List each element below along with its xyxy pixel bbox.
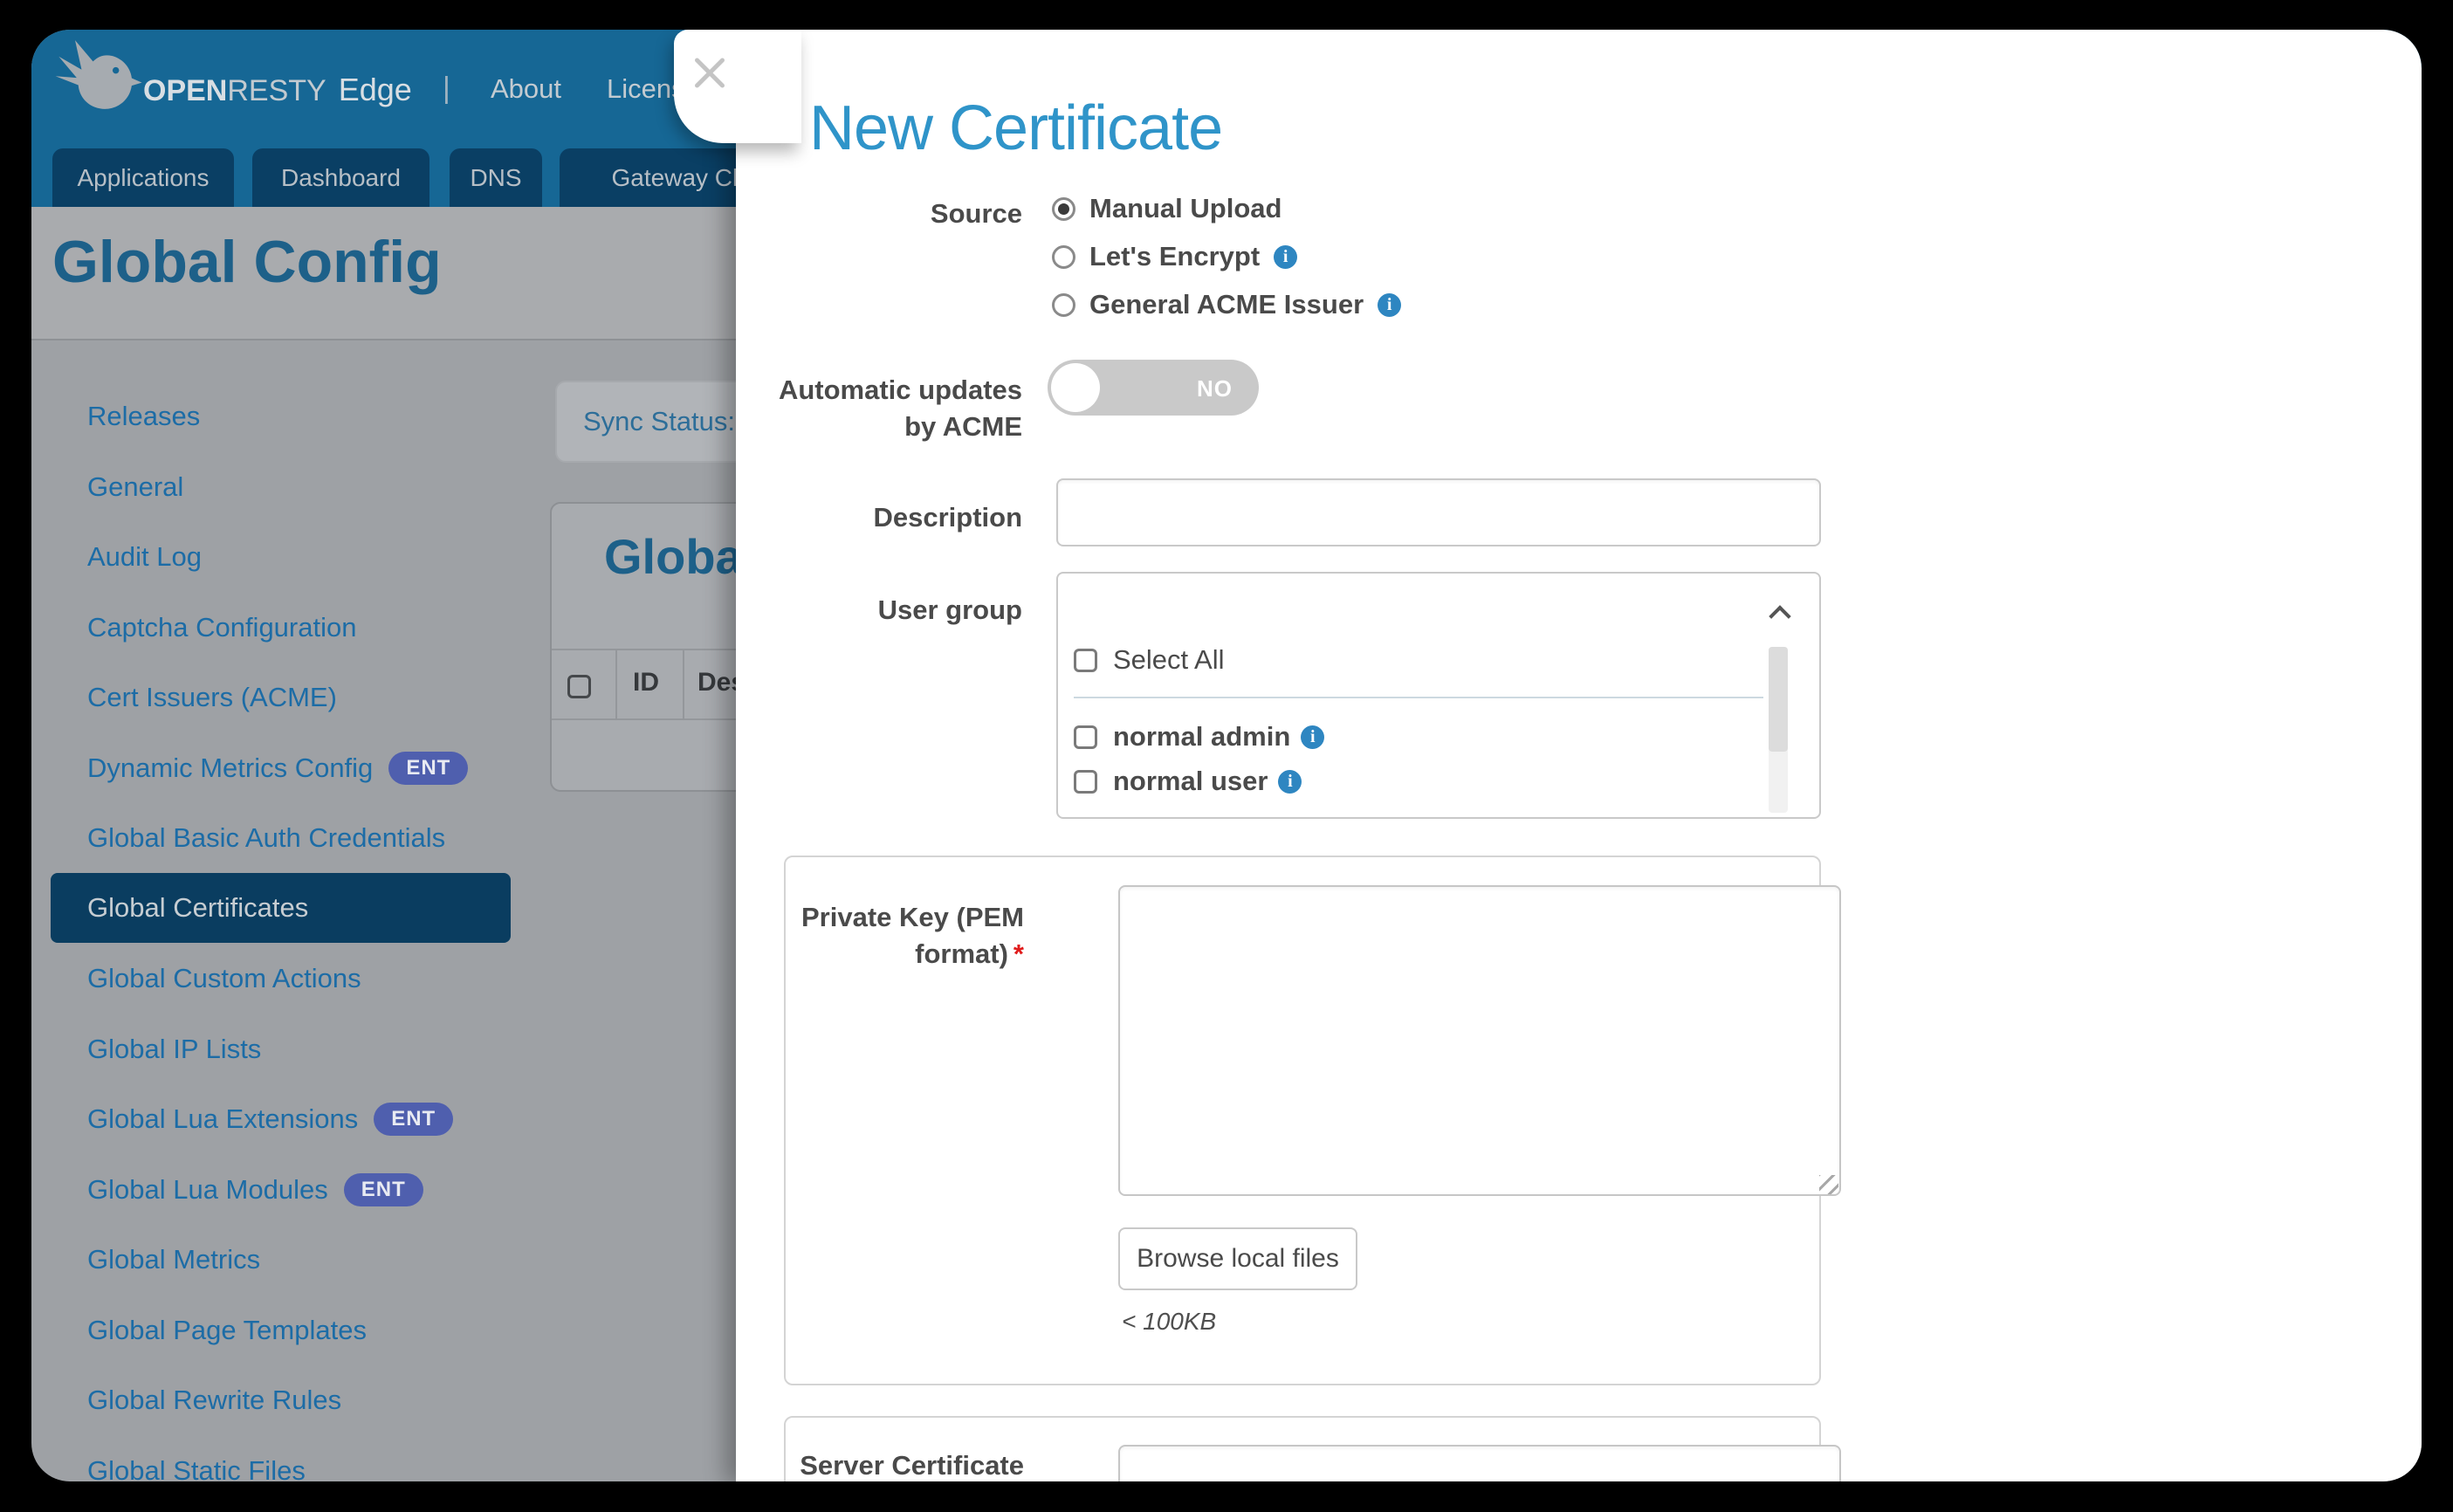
radio-icon[interactable] (1052, 293, 1075, 317)
acme-updates-label: Automatic updates by ACME (753, 372, 1022, 445)
tab-dns[interactable]: DNS (450, 148, 542, 207)
private-key-textarea[interactable] (1118, 885, 1841, 1196)
header-divider: | (443, 72, 450, 106)
user-group-option-normal-admin[interactable]: normal admin i (1074, 722, 1324, 752)
source-option-general-acme-issuer[interactable]: General ACME Issuer i (1052, 287, 1401, 322)
ent-badge: ENT (388, 752, 468, 785)
app-window: OPENRESTYEdge | About License Applicatio… (31, 30, 2422, 1481)
user-group-label: User group (753, 592, 1022, 629)
server-certificate-textarea[interactable] (1118, 1445, 1841, 1481)
sidebar-item-releases[interactable]: Releases (87, 397, 200, 436)
info-icon[interactable]: i (1274, 245, 1297, 269)
info-icon[interactable]: i (1278, 770, 1302, 794)
acme-updates-toggle[interactable]: NO (1048, 360, 1259, 416)
info-icon[interactable]: i (1378, 293, 1401, 317)
description-input[interactable] (1056, 478, 1821, 546)
tab-applications[interactable]: Applications (52, 148, 234, 207)
radio-selected-icon[interactable] (1052, 197, 1075, 221)
dropdown-divider (1074, 697, 1763, 698)
table-col-divider (615, 649, 617, 720)
sidebar-item-global-certificates[interactable]: Global Certificates (51, 873, 511, 943)
select-all-rows-checkbox[interactable] (567, 675, 591, 698)
openresty-bird-logo-icon (51, 33, 148, 124)
source-label: Source (753, 196, 1022, 232)
sidebar-item-captcha-configuration[interactable]: Captcha Configuration (87, 608, 356, 647)
source-option-lets-encrypt[interactable]: Let's Encrypt i (1052, 239, 1297, 274)
brand-open: OPEN (143, 74, 227, 107)
nav-about[interactable]: About (491, 73, 561, 105)
sidebar-item-dynamic-metrics-config[interactable]: Dynamic Metrics ConfigENT (87, 749, 468, 787)
source-option-manual-upload[interactable]: Manual Upload (1052, 191, 1281, 226)
brand-resty: RESTY (227, 74, 326, 107)
user-group-dropdown[interactable]: Select All normal admin i normal user i (1056, 572, 1821, 819)
brand: OPENRESTY Edge (143, 72, 412, 108)
sidebar-item-audit-log[interactable]: Audit Log (87, 538, 202, 576)
sidebar-item-global-custom-actions[interactable]: Global Custom Actions (87, 959, 361, 998)
browse-local-files-button[interactable]: Browse local files (1118, 1227, 1357, 1290)
close-icon[interactable] (690, 52, 730, 93)
sidebar-item-global-basic-auth-credentials[interactable]: Global Basic Auth Credentials (87, 819, 445, 857)
server-certificate-label: Server Certificate (755, 1447, 1024, 1481)
user-group-option-normal-user[interactable]: normal user i (1074, 766, 1302, 796)
table-col-divider (683, 649, 684, 720)
checkbox-icon[interactable] (1074, 649, 1097, 672)
sidebar: Releases General Audit Log Captcha Confi… (31, 340, 564, 1481)
sidebar-item-global-lua-modules[interactable]: Global Lua ModulesENT (87, 1171, 423, 1209)
checkbox-icon[interactable] (1074, 725, 1097, 749)
modal-title: New Certificate (809, 93, 1222, 164)
private-key-section: Private Key (PEM format)* Browse local f… (784, 856, 1821, 1385)
scrollbar-thumb[interactable] (1769, 647, 1788, 752)
textarea-resize-handle-icon[interactable] (1819, 1175, 1838, 1194)
ent-badge: ENT (374, 1103, 453, 1136)
new-certificate-modal: New Certificate Source Manual Upload Let… (736, 30, 2422, 1481)
checkbox-icon[interactable] (1074, 770, 1097, 794)
sidebar-item-global-lua-extensions[interactable]: Global Lua ExtensionsENT (87, 1100, 453, 1138)
sidebar-item-global-static-files[interactable]: Global Static Files (87, 1452, 306, 1481)
sidebar-item-global-ip-lists[interactable]: Global IP Lists (87, 1030, 261, 1069)
modal-close-bubble (674, 30, 801, 143)
sidebar-item-general[interactable]: General (87, 468, 183, 506)
description-label: Description (753, 499, 1022, 536)
column-header-id: ID (633, 668, 659, 698)
toggle-state-label: NO (1197, 375, 1233, 402)
sidebar-item-global-page-templates[interactable]: Global Page Templates (87, 1311, 367, 1350)
info-icon[interactable]: i (1301, 725, 1324, 749)
toggle-knob[interactable] (1051, 363, 1100, 412)
private-key-label: Private Key (PEM format)* (755, 899, 1024, 972)
sidebar-item-global-rewrite-rules[interactable]: Global Rewrite Rules (87, 1381, 341, 1419)
sync-status-label: Sync Status: (583, 406, 735, 437)
page-title: Global Config (52, 228, 442, 296)
file-size-hint: < 100KB (1122, 1308, 1216, 1336)
server-certificate-section: Server Certificate (784, 1416, 1821, 1481)
chevron-up-icon[interactable] (1769, 605, 1790, 627)
required-asterisk: * (1013, 938, 1024, 969)
sidebar-item-cert-issuers-acme[interactable]: Cert Issuers (ACME) (87, 678, 337, 717)
sidebar-item-global-metrics[interactable]: Global Metrics (87, 1241, 260, 1279)
tab-dashboard[interactable]: Dashboard (252, 148, 429, 207)
brand-product: Edge (339, 72, 412, 107)
user-group-select-all[interactable]: Select All (1074, 645, 1225, 675)
radio-icon[interactable] (1052, 245, 1075, 269)
dropdown-scrollbar[interactable] (1769, 647, 1788, 813)
ent-badge: ENT (344, 1173, 423, 1206)
